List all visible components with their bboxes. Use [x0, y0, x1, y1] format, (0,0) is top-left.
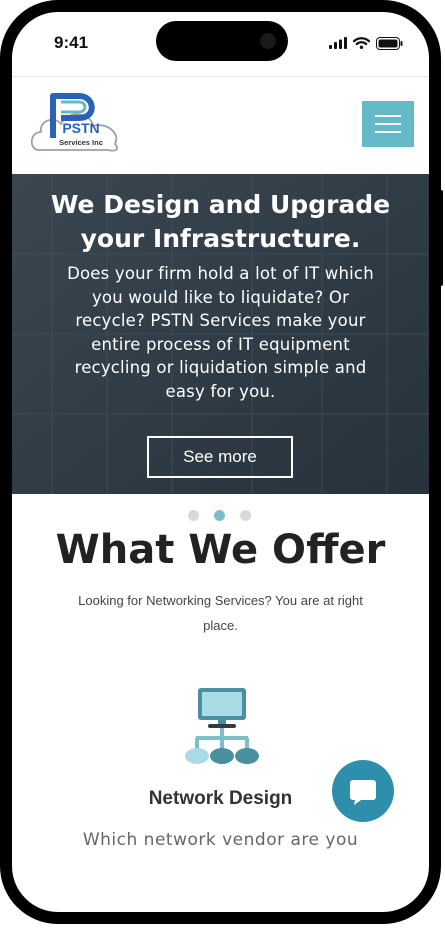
section-title: What We Offer [55, 527, 386, 573]
hero-text-line: you would like to liquidate? Or [91, 287, 350, 307]
screen: 9:41 PSTN Services Inc We Design and Upg… [12, 12, 429, 912]
hero-description: Does your firm hold a lot of IT which yo… [44, 262, 397, 403]
slider-dot-active[interactable] [214, 510, 225, 521]
wifi-icon [353, 37, 370, 49]
section-subtitle: Looking for Networking Services? You are… [48, 588, 393, 638]
slider-dot[interactable] [240, 510, 251, 521]
logo-subtext: Services Inc [59, 138, 103, 147]
subtitle-line: Looking for Networking Services? You are… [78, 593, 363, 608]
side-button [0, 240, 2, 300]
status-bar: 9:41 [12, 12, 429, 76]
hero-text-line: recycling or liquidation simple and [74, 358, 367, 377]
subtitle-line: place. [203, 618, 238, 633]
side-button [0, 118, 2, 148]
phone-frame: 9:41 PSTN Services Inc We Design and Upg… [0, 0, 443, 924]
logo-text: PSTN [62, 120, 99, 136]
camera-icon [260, 33, 276, 49]
dynamic-island [156, 21, 288, 61]
site-header: PSTN Services Inc [12, 76, 429, 175]
pstn-logo[interactable]: PSTN Services Inc [31, 92, 121, 162]
status-icons [329, 36, 403, 50]
chat-button[interactable] [332, 760, 394, 822]
chat-bubble-icon [350, 780, 376, 805]
see-more-button[interactable]: See more [147, 436, 293, 478]
status-time: 9:41 [54, 33, 89, 52]
hero-text-line: easy for you. [165, 381, 276, 401]
hero-title-line: We Design and Upgrade [50, 190, 391, 219]
hero-text-line: entire process of IT equipment [91, 334, 350, 354]
hero-text-line: Does your firm hold a lot of IT which [67, 264, 374, 283]
service-description: Which network vendor are you [82, 830, 359, 850]
network-design-icon [185, 688, 259, 764]
side-button [0, 170, 2, 230]
side-button [437, 190, 443, 286]
battery-icon [376, 36, 403, 50]
hero-title-line: your Infrastructure. [80, 224, 361, 253]
signal-icon [329, 37, 347, 49]
hamburger-menu-button[interactable] [362, 101, 414, 147]
hero-banner: We Design and Upgrade your Infrastructur… [12, 174, 429, 494]
hero-text-line: recycle? PSTN Services make your [75, 311, 366, 330]
slider-dot[interactable] [188, 510, 199, 521]
slider-dots [188, 510, 251, 521]
hero-title: We Design and Upgrade your Infrastructur… [12, 188, 429, 256]
